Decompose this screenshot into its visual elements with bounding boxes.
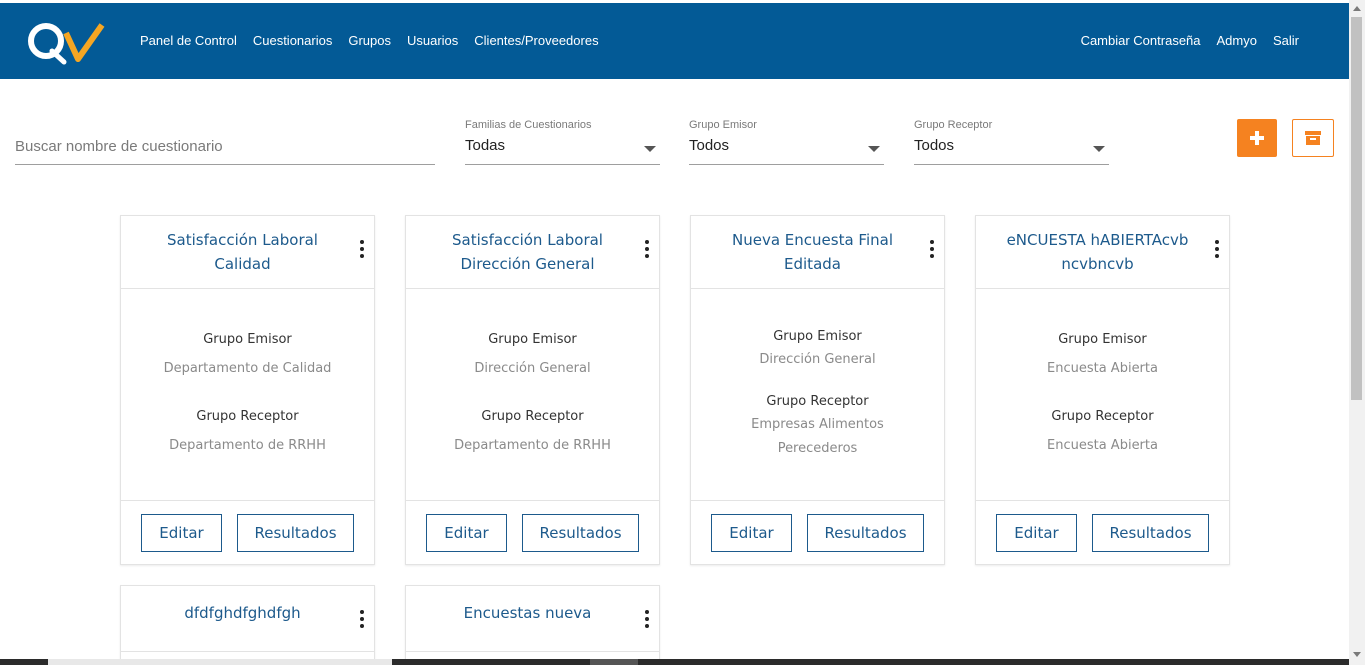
- search-field: [15, 138, 435, 165]
- scroll-down-icon[interactable]: [1353, 652, 1361, 657]
- cuestionario-card: Satisfacción Laboral Calidad Grupo Emiso…: [120, 215, 375, 565]
- results-button[interactable]: Resultados: [1092, 513, 1209, 552]
- card-title[interactable]: Nueva Encuesta Final Editada: [721, 228, 904, 276]
- grupo-receptor-value: Departamento de RRHH: [169, 437, 326, 453]
- card-title[interactable]: Encuestas nueva: [464, 601, 592, 625]
- horizontal-scrollbar[interactable]: [0, 659, 1349, 665]
- grupo-emisor-label: Grupo Emisor: [1058, 331, 1147, 347]
- scroll-thumb[interactable]: [1351, 17, 1362, 400]
- grupo-emisor-label: Grupo Emisor: [203, 331, 292, 347]
- archive-button[interactable]: [1292, 119, 1334, 157]
- card-header: Satisfacción Laboral Calidad: [121, 216, 374, 289]
- edit-button[interactable]: Editar: [141, 513, 222, 552]
- more-vert-icon[interactable]: [643, 610, 651, 628]
- card-footer: Editar Resultados: [406, 501, 659, 564]
- cuestionario-card: Encuestas nueva: [405, 585, 660, 665]
- navbar: Panel de Control Cuestionarios Grupos Us…: [0, 3, 1349, 79]
- card-footer: Editar Resultados: [691, 501, 944, 564]
- card-body: Grupo Emisor Departamento de Calidad Gru…: [121, 289, 374, 501]
- edit-button[interactable]: Editar: [711, 513, 792, 552]
- cuestionario-card: Nueva Encuesta Final Editada Grupo Emiso…: [690, 215, 945, 565]
- edit-button[interactable]: Editar: [996, 513, 1077, 552]
- more-vert-icon[interactable]: [358, 240, 366, 258]
- results-button[interactable]: Resultados: [807, 513, 924, 552]
- plus-icon: [1250, 131, 1264, 145]
- card-body: Grupo Emisor Dirección General Grupo Rec…: [406, 289, 659, 501]
- grupo-receptor-label: Grupo Receptor: [481, 408, 584, 424]
- grupo-receptor-value: Departamento de RRHH: [454, 437, 611, 453]
- scroll-up-icon[interactable]: [1353, 6, 1361, 11]
- grupo-receptor-value: Todos: [914, 137, 955, 154]
- caret-down-icon: [868, 146, 880, 152]
- card-header: eNCUESTA hABIERTAcvbncvbncvb: [976, 216, 1229, 289]
- caret-down-icon: [1093, 146, 1105, 152]
- card-footer: Editar Resultados: [976, 501, 1229, 564]
- cuestionario-card: dfdfghdfghdfgh: [120, 585, 375, 665]
- qv-logo[interactable]: [26, 19, 106, 65]
- grupo-receptor-select[interactable]: Grupo Receptor Todos: [914, 119, 1109, 165]
- nav-user-admyo[interactable]: Admyo: [1217, 33, 1257, 48]
- results-button[interactable]: Resultados: [237, 513, 354, 552]
- card-title[interactable]: Satisfacción Laboral Dirección General: [436, 228, 619, 276]
- cuestionario-card: Satisfacción Laboral Dirección General G…: [405, 215, 660, 565]
- card-title[interactable]: eNCUESTA hABIERTAcvbncvbncvb: [1006, 228, 1189, 276]
- card-body: Grupo Emisor Dirección General Grupo Rec…: [691, 289, 944, 501]
- more-vert-icon[interactable]: [358, 610, 366, 628]
- grupo-receptor-value: Empresas Alimentos Perecederos: [751, 416, 884, 456]
- familias-label: Familias de Cuestionarios: [465, 119, 592, 131]
- card-header: dfdfghdfghdfgh: [121, 586, 374, 652]
- card-title[interactable]: Satisfacción Laboral Calidad: [151, 228, 334, 276]
- grupo-emisor-value: Dirección General: [759, 351, 876, 367]
- results-button[interactable]: Resultados: [522, 513, 639, 552]
- grupo-emisor-value: Dirección General: [474, 360, 591, 376]
- grupo-emisor-value: Encuesta Abierta: [1047, 360, 1158, 376]
- grupo-receptor-label: Grupo Receptor: [1051, 408, 1154, 424]
- grupo-emisor-label: Grupo Emisor: [488, 331, 577, 347]
- more-vert-icon[interactable]: [928, 240, 936, 258]
- grupo-emisor-value: Todos: [689, 137, 730, 154]
- add-cuestionario-button[interactable]: [1237, 119, 1277, 157]
- familias-select[interactable]: Familias de Cuestionarios Todas: [465, 119, 660, 165]
- card-footer: Editar Resultados: [121, 501, 374, 564]
- grupo-emisor-value: Departamento de Calidad: [163, 360, 332, 376]
- grupo-receptor-value: Encuesta Abierta: [1047, 437, 1158, 453]
- nav-cambiar-contrasena[interactable]: Cambiar Contraseña: [1081, 33, 1201, 48]
- card-body: Grupo Emisor Encuesta Abierta Grupo Rece…: [976, 289, 1229, 501]
- user-nav: Cambiar Contraseña Admyo Salir: [1065, 33, 1299, 48]
- nav-salir[interactable]: Salir: [1273, 33, 1299, 48]
- nav-panel-control[interactable]: Panel de Control: [140, 33, 237, 48]
- caret-down-icon: [644, 146, 656, 152]
- grupo-emisor-label: Grupo Emisor: [773, 328, 862, 344]
- cuestionario-card: eNCUESTA hABIERTAcvbncvbncvb Grupo Emiso…: [975, 215, 1230, 565]
- edit-button[interactable]: Editar: [426, 513, 507, 552]
- card-header: Satisfacción Laboral Dirección General: [406, 216, 659, 289]
- nav-cuestionarios[interactable]: Cuestionarios: [253, 33, 333, 48]
- card-header: Encuestas nueva: [406, 586, 659, 652]
- grupo-emisor-select[interactable]: Grupo Emisor Todos: [689, 119, 884, 165]
- scroll-track-segment: [48, 659, 392, 665]
- grupo-receptor-label: Grupo Receptor: [196, 408, 299, 424]
- nav-usuarios[interactable]: Usuarios: [407, 33, 458, 48]
- grupo-receptor-label: Grupo Receptor: [914, 119, 993, 131]
- scroll-thumb-horizontal[interactable]: [590, 659, 638, 665]
- nav-grupos[interactable]: Grupos: [348, 33, 391, 48]
- archive-icon: [1305, 131, 1321, 145]
- card-header: Nueva Encuesta Final Editada: [691, 216, 944, 289]
- more-vert-icon[interactable]: [643, 240, 651, 258]
- more-vert-icon[interactable]: [1213, 240, 1221, 258]
- main-nav: Panel de Control Cuestionarios Grupos Us…: [140, 33, 615, 48]
- familias-value: Todas: [465, 137, 506, 154]
- filter-bar: Familias de Cuestionarios Todas Grupo Em…: [0, 110, 1349, 190]
- card-title[interactable]: dfdfghdfghdfgh: [184, 601, 300, 625]
- nav-clientes-proveedores[interactable]: Clientes/Proveedores: [474, 33, 598, 48]
- search-input[interactable]: [15, 138, 435, 155]
- grupo-receptor-label: Grupo Receptor: [766, 393, 869, 409]
- vertical-scrollbar[interactable]: [1349, 0, 1365, 665]
- grupo-emisor-label: Grupo Emisor: [689, 119, 757, 131]
